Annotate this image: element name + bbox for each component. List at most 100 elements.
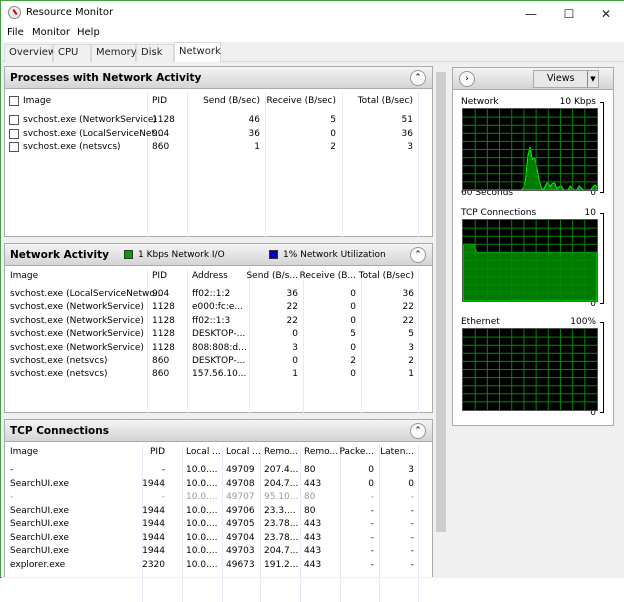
table-cell: - [10, 492, 14, 502]
table-cell: 3 [408, 465, 414, 475]
graph-canvas [462, 220, 598, 302]
table-cell: 1944 [142, 532, 165, 543]
table-cell: 2 [330, 142, 336, 152]
table-cell: 36 [402, 289, 414, 299]
graph-series [463, 146, 598, 191]
network-activity-header[interactable]: Network Activity 1 Kbps Network I/O 1% N… [5, 244, 432, 266]
table-cell: 10.0.... [186, 546, 218, 556]
table-cell: 1 [408, 369, 414, 380]
menu-monitor[interactable]: Monitor [32, 27, 70, 38]
section-title: Network Activity [10, 249, 109, 261]
collapse-up-icon[interactable]: ⌃ [410, 247, 426, 263]
column-header[interactable]: Total (B/sec) [333, 96, 413, 106]
table-cell: 36 [248, 128, 260, 139]
network-utilization-legend-swatch [269, 250, 278, 259]
graph-scale-bracket [600, 102, 604, 193]
section-title: Processes with Network Activity [10, 72, 202, 84]
table-cell: 49706 [226, 505, 255, 516]
column-header[interactable]: Receive (B/sec) [256, 96, 337, 106]
tab-network[interactable]: Network [174, 42, 221, 63]
table-cell: 49707 [226, 492, 255, 502]
graph-max-label: 100% [570, 317, 596, 327]
table-cell: - [161, 465, 165, 475]
table-cell: svchost.exe (NetworkService) [10, 342, 144, 353]
table-cell: 1128 [152, 302, 175, 313]
table-cell: 904 [152, 128, 170, 139]
column-header[interactable]: Local ... [186, 447, 221, 457]
column-header[interactable]: PID [152, 271, 167, 281]
tab-overview[interactable]: Overview [4, 44, 56, 62]
table-cell: - [410, 532, 414, 543]
table-cell: 860 [152, 356, 170, 366]
column-header[interactable]: Image [10, 447, 38, 457]
table-cell: - [161, 492, 165, 502]
graphs-panel: › Views ▼ Network 10 Kbps 0 60 Seconds TCP C… [452, 67, 614, 426]
table-cell: - [10, 465, 14, 475]
table-cell: 0 [408, 478, 414, 489]
graphs-header: › Views ▼ [453, 68, 613, 90]
column-header[interactable]: Total (B/sec) [334, 271, 414, 281]
table-cell: 1128 [152, 115, 175, 125]
table-cell: 1944 [142, 519, 165, 529]
tab-disk[interactable]: Disk [136, 44, 174, 62]
table-cell: 49703 [226, 546, 255, 556]
tcp-connections-graph [462, 219, 598, 302]
table-cell: 10.0.... [186, 465, 218, 475]
collapse-up-icon[interactable]: ⌃ [410, 423, 426, 439]
collapse-up-icon[interactable]: ⌃ [410, 70, 426, 86]
views-dropdown-arrow-icon[interactable]: ▼ [587, 71, 598, 87]
select-all-checkbox[interactable] [9, 96, 19, 106]
ethernet-graph [462, 328, 598, 411]
column-header[interactable]: Send (B/sec) [180, 96, 260, 106]
network-graph [462, 108, 598, 191]
table-cell: 10.0.... [186, 519, 218, 529]
minimize-button[interactable]: — [514, 3, 548, 25]
table-cell: SearchUI.exe [10, 478, 69, 489]
graph-scale-bracket [600, 213, 604, 304]
table-cell: 51 [401, 115, 413, 125]
table-cell: - [410, 546, 414, 556]
network-io-legend: 1 Kbps Network I/O [138, 250, 225, 260]
column-header[interactable]: Local ... [226, 447, 261, 457]
left-pane-scroll-thumb[interactable] [436, 72, 446, 532]
processes-header[interactable]: Processes with Network Activity ⌃ [5, 67, 432, 89]
tab-cpu[interactable]: CPU [53, 44, 91, 62]
table-cell: SearchUI.exe [10, 546, 69, 556]
table-cell: 49709 [226, 465, 255, 475]
right-pane-scrollbar[interactable] [615, 67, 624, 567]
table-cell: 36 [401, 128, 413, 139]
column-header[interactable]: Remo... [264, 447, 298, 457]
table-cell: 49704 [226, 532, 255, 543]
tcp-connections-header[interactable]: TCP Connections ⌃ [5, 420, 432, 442]
chevron-right-icon[interactable]: › [459, 71, 475, 87]
graph-title: Ethernet [461, 317, 500, 327]
table-cell: svchost.exe (NetworkService) [10, 315, 144, 326]
table-cell: 860 [152, 142, 170, 152]
section-title: TCP Connections [10, 425, 109, 437]
close-button[interactable]: ✕ [589, 3, 623, 25]
column-header[interactable]: PID [152, 96, 167, 106]
menu-help[interactable]: Help [77, 27, 100, 38]
column-header[interactable]: Image [10, 271, 38, 281]
table-cell: 2320 [142, 559, 165, 570]
table-cell: 49673 [226, 559, 255, 570]
table-cell: 1944 [142, 505, 165, 516]
column-header[interactable]: Image [23, 96, 51, 106]
maximize-button[interactable]: ☐ [552, 3, 586, 25]
graph-scale-bracket [600, 322, 604, 413]
tab-memory[interactable]: Memory [91, 44, 137, 62]
table-cell: 49708 [226, 478, 255, 489]
table-cell: SearchUI.exe [10, 505, 69, 516]
table-cell: explorer.exe [10, 559, 66, 570]
processes-section: Processes with Network Activity ⌃ Image P… [4, 66, 433, 262]
table-cell: svchost.exe (LocalServiceNetwo... [10, 289, 164, 299]
graph-canvas [463, 329, 597, 410]
table-cell: 10.0.... [186, 559, 218, 570]
table-cell: SearchUI.exe [10, 519, 69, 529]
column-header[interactable]: Laten... [334, 447, 414, 457]
table-cell: 1944 [142, 546, 165, 556]
column-header[interactable]: PID [85, 447, 165, 457]
table-cell: 1944 [142, 478, 165, 489]
menu-file[interactable]: File [7, 27, 24, 38]
table-cell: svchost.exe (LocalServiceNet... [23, 128, 164, 139]
